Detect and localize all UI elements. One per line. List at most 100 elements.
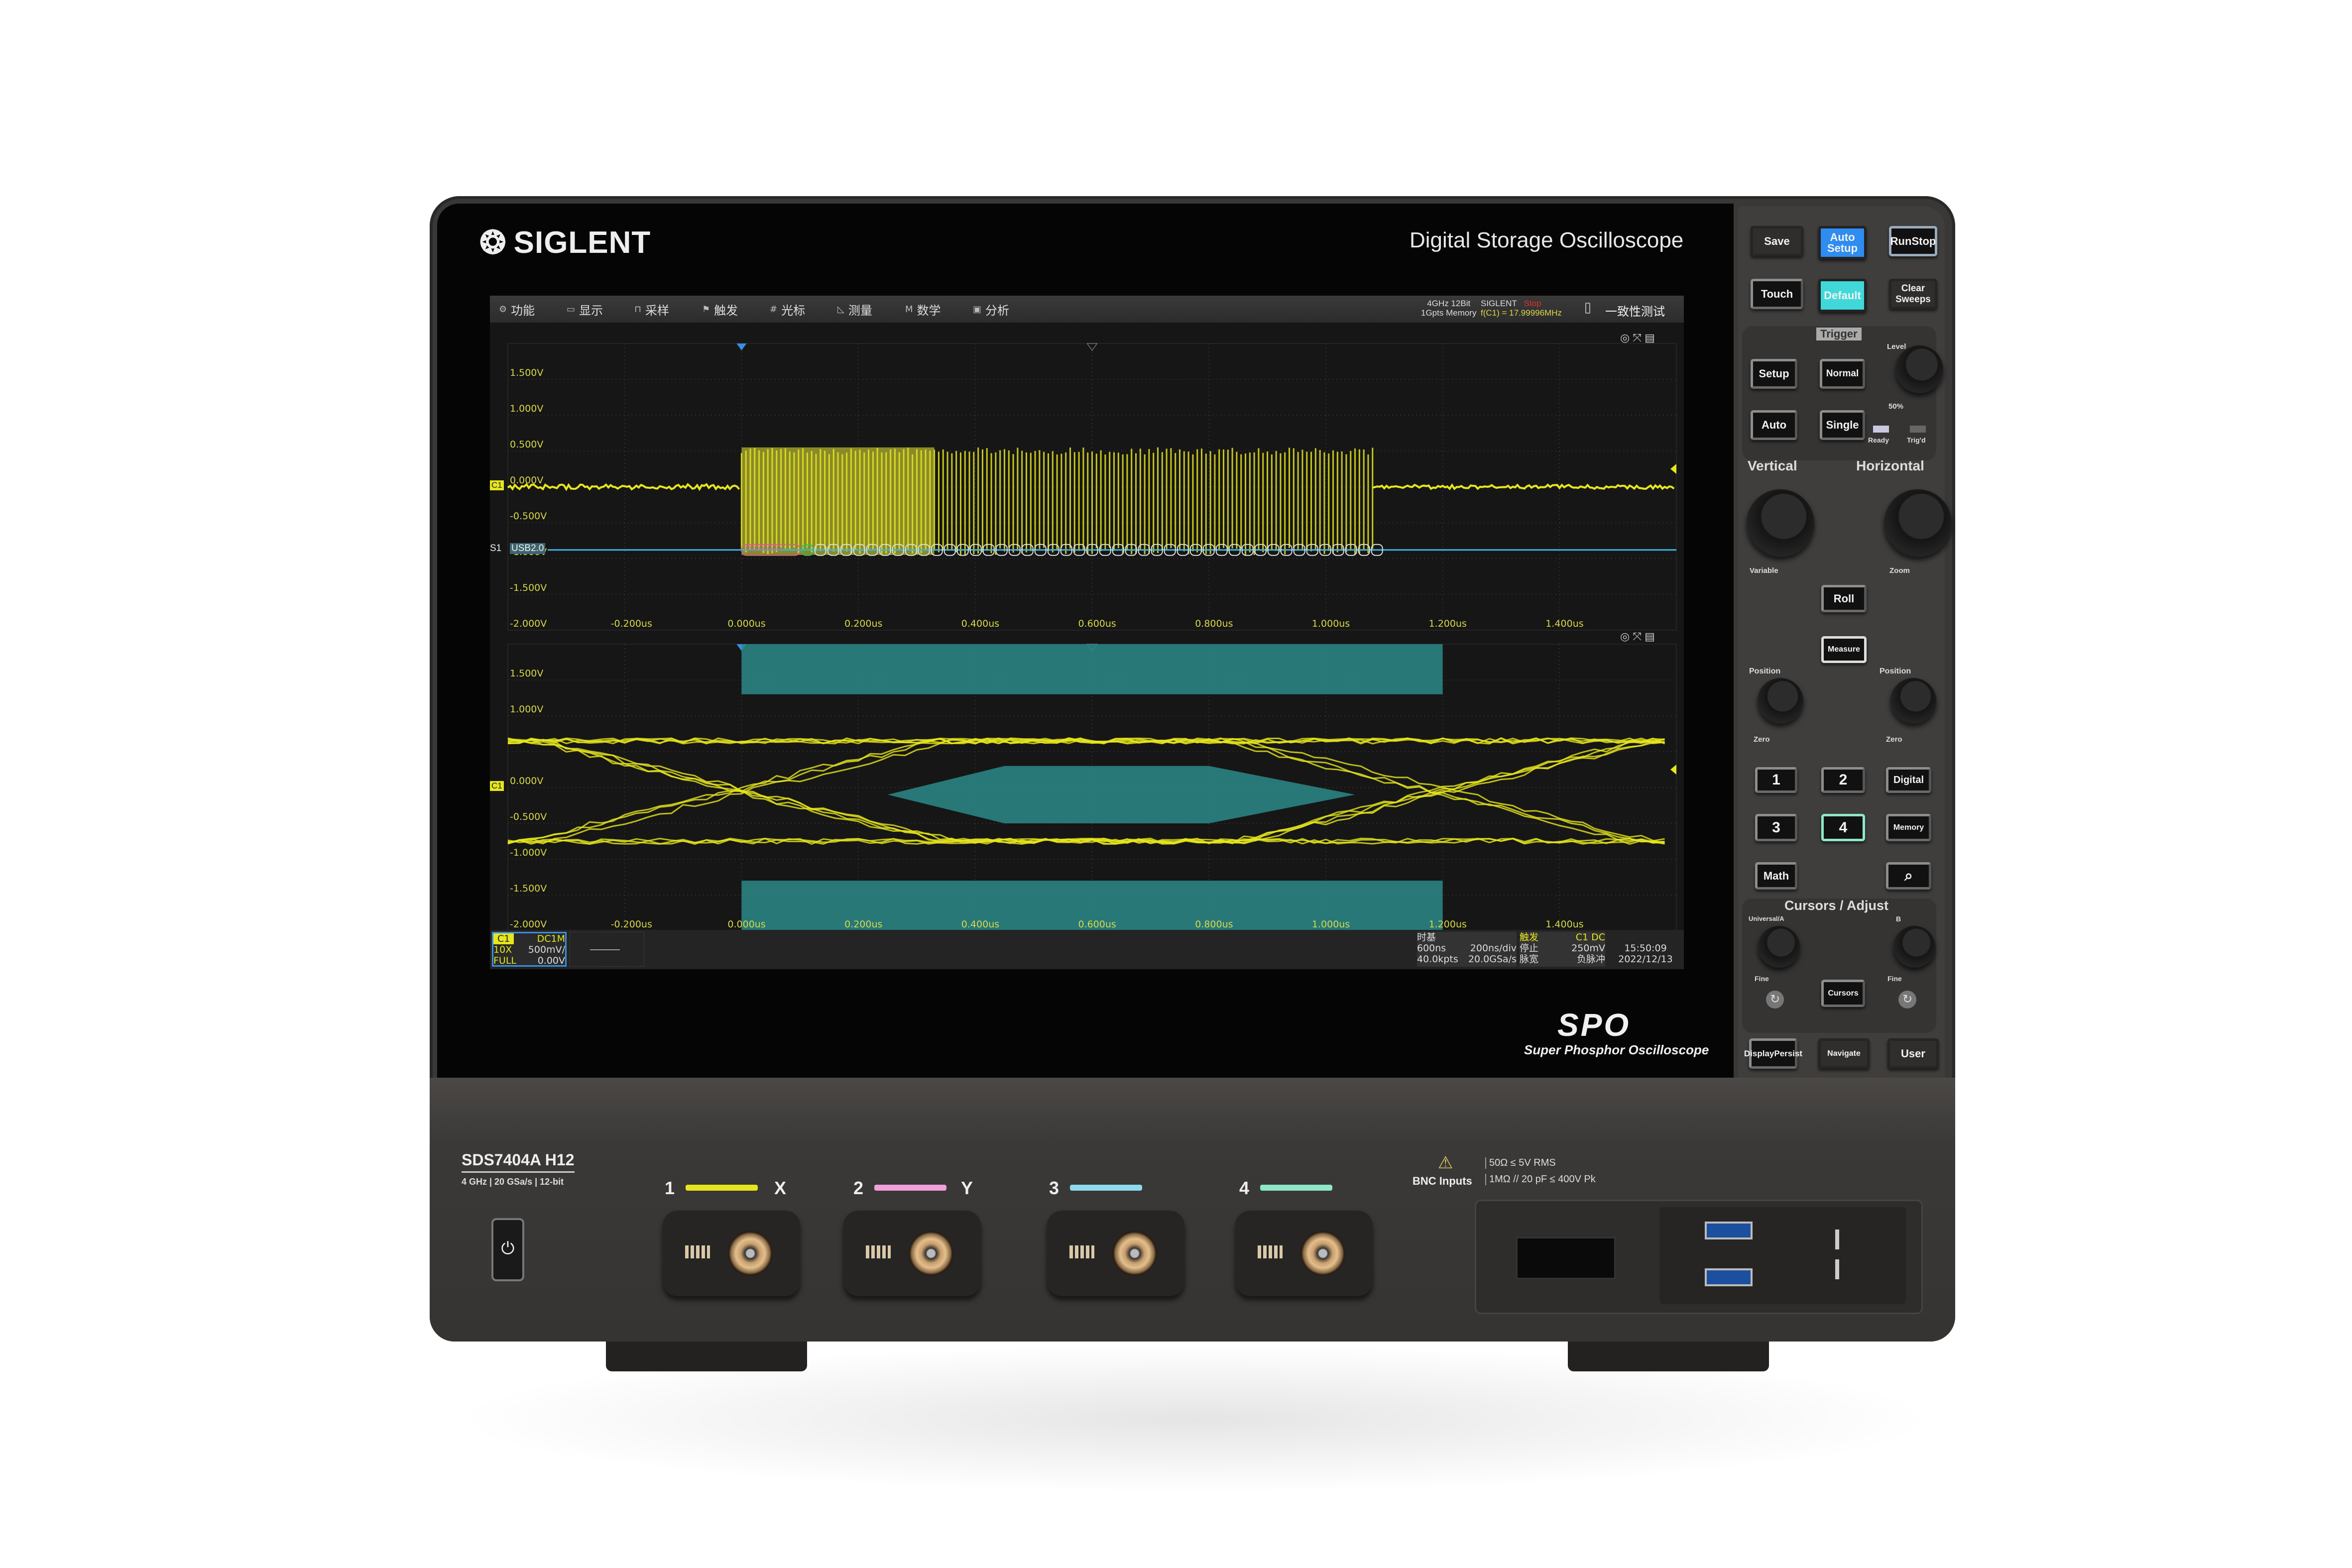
math-button[interactable]: Math (1755, 862, 1797, 890)
cursors-adjust-title: Cursors / Adjust (1784, 898, 1888, 913)
trigd-label: Trig'd (1907, 436, 1926, 444)
x-tick-label: 0.800us (1195, 919, 1233, 930)
b-knob[interactable] (1893, 926, 1935, 968)
channel4-button[interactable]: 4 (1821, 814, 1865, 841)
horizontal-position-knob[interactable] (1890, 678, 1936, 724)
usb-device-port[interactable] (1516, 1237, 1616, 1279)
usb-port-2[interactable] (1705, 1268, 1753, 1286)
decode-packet-label: 0 (805, 544, 809, 553)
y-tick-label: -0.500V (510, 511, 547, 522)
memory-button[interactable]: Memory (1886, 814, 1931, 841)
serial-protocol-tag[interactable]: USB2.0 (510, 543, 545, 554)
roll-button[interactable]: Roll (1821, 585, 1867, 612)
x-tick-label: 0.200us (844, 618, 882, 629)
y-tick-label: 1.500V (510, 668, 543, 679)
probe-interface-contacts (685, 1245, 710, 1258)
clock: 15:50:09 2022/12/13 (1608, 943, 1683, 965)
timebase-info[interactable]: 时基 600ns 200ns/div 40.0kpts 20.0GSa/s (1417, 932, 1517, 967)
channel1-marker[interactable]: C1 (490, 480, 504, 490)
x-tick-label: 1.200us (1429, 618, 1467, 629)
channel1-color-stripe (686, 1185, 758, 1191)
lcd-screen[interactable]: ⚙ 功能 ▭ 显示 ⊓ 采样 ⚑ 触发 # 光标 ◺ 测量 M 数学 ▣ 分析 4GHz 12Bit 1Gpts… (490, 296, 1684, 969)
y-tick-label: 0.000V (510, 776, 543, 786)
y-tick-label: 1.000V (510, 403, 543, 414)
product-line-label: Digital Storage Oscilloscope (1410, 228, 1683, 253)
channel2-button[interactable]: 2 (1821, 767, 1865, 793)
horizontal-position-label: Position (1880, 667, 1911, 676)
search-button[interactable]: ⌕ (1886, 862, 1931, 890)
siglent-logo: ❂ SIGLENT (479, 224, 651, 261)
model-name: SDS7404A H12 (462, 1151, 575, 1173)
spo-logo: SPO (1557, 1007, 1631, 1043)
user-button[interactable]: User (1887, 1038, 1939, 1069)
channel1-marker[interactable]: C1 (490, 781, 504, 791)
x-tick-label: 1.200us (1429, 919, 1467, 930)
channel1-info[interactable]: C1 DC1M 10X 500mV/ FULL 0.00V (492, 932, 567, 967)
x-tick-label: 0.400us (961, 618, 999, 629)
usb-port-1[interactable] (1705, 1222, 1753, 1239)
power-button[interactable]: ⏻ (491, 1218, 524, 1281)
digital-button[interactable]: Digital (1886, 767, 1931, 793)
y-axis-input-label: Y (961, 1178, 973, 1199)
channel1-input[interactable] (663, 1211, 800, 1296)
variable-label: Variable (1750, 566, 1778, 575)
cursors-button[interactable]: Cursors (1821, 980, 1865, 1007)
bnc-connector[interactable] (908, 1231, 954, 1276)
ready-label: Ready (1868, 436, 1889, 444)
navigate-button[interactable]: Navigate (1818, 1038, 1870, 1069)
probe-interface-contacts (866, 1245, 891, 1258)
add-channel-button[interactable] (570, 932, 644, 967)
right-foot (1568, 1342, 1769, 1371)
channel4-color-stripe (1260, 1185, 1332, 1191)
left-foot (606, 1342, 807, 1371)
clear-sweeps-button[interactable]: Clear Sweeps (1889, 279, 1937, 309)
usb-host-panel (1659, 1207, 1906, 1304)
x-tick-label: 0.400us (961, 919, 999, 930)
display-persist-button[interactable]: Display Persist (1749, 1038, 1797, 1069)
probe-interface-contacts (1258, 1245, 1283, 1258)
trigger-single-button[interactable]: Single (1820, 410, 1865, 440)
ready-led (1873, 426, 1889, 433)
warning-icon: ⚠ (1438, 1153, 1453, 1173)
y-tick-label: -1.000V (510, 847, 547, 858)
channel3-input[interactable] (1047, 1211, 1184, 1296)
trigger-normal-button[interactable]: Normal (1820, 359, 1865, 389)
default-button[interactable]: Default (1818, 279, 1867, 312)
trigger-setup-button[interactable]: Setup (1751, 359, 1797, 389)
zoom-label: Zoom (1889, 566, 1910, 575)
y-tick-label: -1.500V (510, 582, 547, 593)
auto-setup-button[interactable]: Auto Setup (1818, 226, 1867, 259)
horizontal-title: Horizontal (1856, 458, 1924, 474)
measure-button[interactable]: Measure (1821, 636, 1867, 663)
trigger-level-knob[interactable] (1895, 345, 1943, 393)
trigger-info[interactable]: 触发 C1 DC 停止 250mV 脉宽 负脉冲 (1520, 932, 1605, 967)
touch-button[interactable]: Touch (1751, 279, 1803, 309)
x-tick-label: 0.600us (1078, 919, 1116, 930)
channel2-input[interactable] (843, 1211, 981, 1296)
channel3-color-stripe (1070, 1185, 1142, 1191)
reset-b-icon[interactable]: ↻ (1898, 991, 1916, 1008)
search-icon: ⌕ (1904, 871, 1913, 882)
save-button[interactable]: Save (1751, 226, 1803, 256)
channel1-button[interactable]: 1 (1755, 767, 1797, 793)
run-stop-button[interactable]: Run Stop (1889, 226, 1937, 256)
horizontal-zero-label: Zero (1886, 735, 1902, 744)
y-tick-label: -1.500V (510, 883, 547, 894)
bnc-connector[interactable] (727, 1231, 773, 1276)
bnc-connector[interactable] (1300, 1231, 1346, 1276)
trigger-auto-button[interactable]: Auto (1751, 410, 1797, 440)
spo-tagline: Super Phosphor Oscilloscope (1524, 1042, 1709, 1058)
vertical-position-knob[interactable] (1758, 678, 1803, 724)
reset-a-icon[interactable]: ↻ (1766, 991, 1784, 1008)
y-tick-label: -2.000V (510, 919, 547, 930)
trigd-led (1910, 426, 1926, 433)
vertical-scale-knob[interactable] (1747, 489, 1814, 557)
trigger-section-title: Trigger (1816, 328, 1862, 340)
channel4-input[interactable] (1235, 1211, 1373, 1296)
bnc-connector[interactable] (1112, 1231, 1158, 1276)
channel2-input-label: 2 (853, 1178, 863, 1199)
universal-a-knob[interactable] (1758, 926, 1800, 968)
channel3-button[interactable]: 3 (1755, 814, 1797, 841)
model-specs: 4 GHz | 20 GSa/s | 12-bit (462, 1177, 564, 1187)
horizontal-scale-knob[interactable] (1884, 489, 1952, 557)
